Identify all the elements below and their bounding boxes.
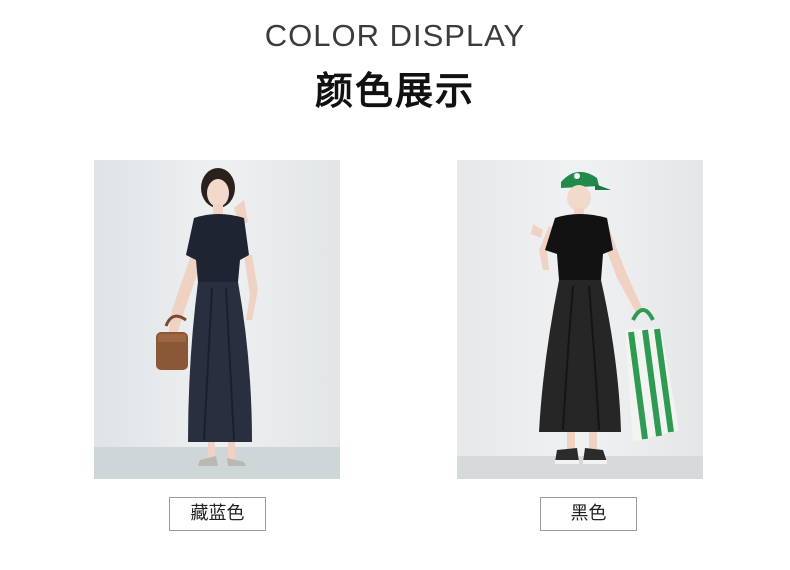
- section-title: 颜色展示: [314, 69, 475, 113]
- color-option-black[interactable]: 黑色: [540, 497, 637, 531]
- section-subtitle: COLOR DISPLAY: [264, 18, 526, 53]
- product-photo-black: [457, 160, 703, 479]
- product-photo-navy: [94, 160, 340, 479]
- color-option-navy[interactable]: 藏蓝色: [169, 497, 266, 531]
